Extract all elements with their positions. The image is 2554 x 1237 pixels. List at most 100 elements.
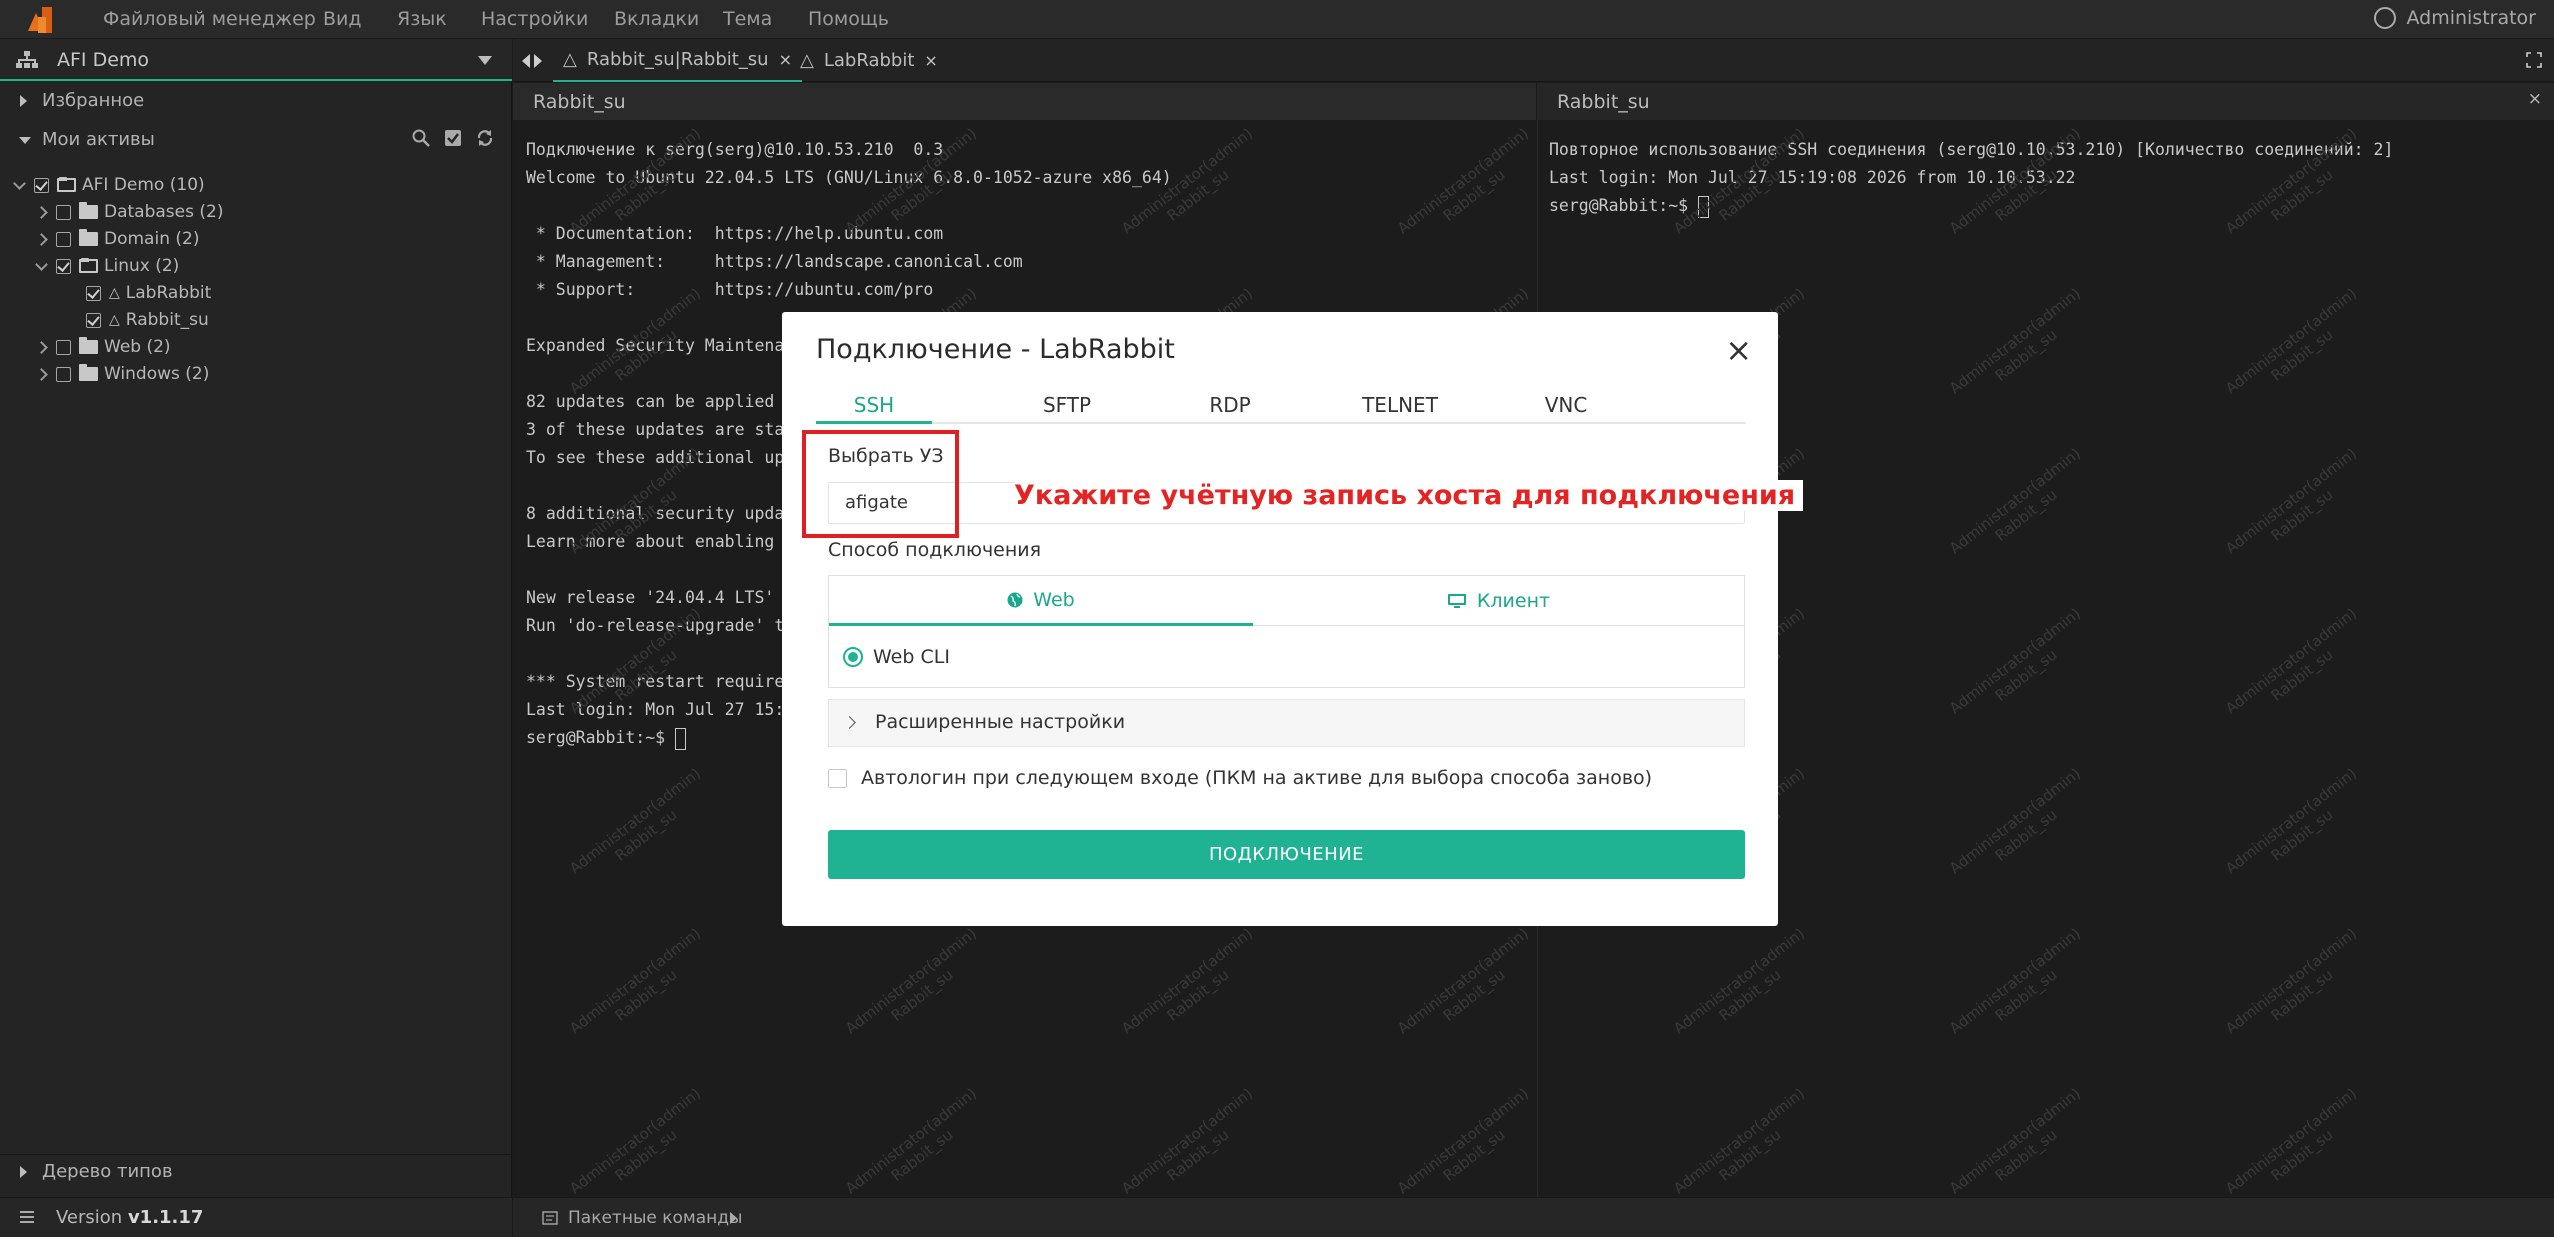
tree-item-labrabbit[interactable]: △ LabRabbit <box>86 280 211 306</box>
terminal-line: * Documentation: https://help.ubuntu.com <box>526 224 944 243</box>
chevron-right-icon[interactable] <box>730 1212 737 1224</box>
tab-ssh[interactable]: SSH <box>816 393 932 417</box>
tab-label: LabRabbit <box>823 50 915 71</box>
checkbox[interactable] <box>34 177 49 193</box>
my-assets-label: Мои активы <box>42 129 155 150</box>
type-tree-section[interactable]: Дерево типов <box>0 1154 512 1188</box>
refresh-icon[interactable] <box>476 129 494 147</box>
chevron-right-icon[interactable] <box>34 205 48 219</box>
tree-item-label: Web (2) <box>104 337 171 357</box>
tabs-divider <box>816 422 1746 424</box>
chevron-right-icon[interactable] <box>34 340 48 354</box>
connect-button[interactable]: ПОДКЛЮЧЕНИЕ <box>828 830 1745 879</box>
connection-dialog: Подключение - LabRabbit × SSH SFTP RDP T… <box>782 312 1804 926</box>
folder-open-icon <box>57 177 76 192</box>
radio-selected[interactable] <box>843 647 863 667</box>
autologin-option[interactable]: Автологин при следующем входе (ПКМ на ак… <box>828 767 1652 789</box>
app-logo-icon[interactable] <box>22 3 62 36</box>
terminal-line: * Management: https://landscape.canonica… <box>526 252 1023 271</box>
search-icon[interactable] <box>412 129 430 147</box>
chevron-right-icon <box>843 716 856 729</box>
workspace-selector[interactable]: AFI Demo <box>0 39 512 81</box>
version-number: v1.1.17 <box>127 1207 204 1228</box>
autologin-checkbox[interactable] <box>828 768 847 788</box>
terminal-line: Повторное использование SSH соединения (… <box>1549 140 2394 159</box>
tab-label: Rabbit_su|Rabbit_su <box>586 49 769 70</box>
tree-item-afi-demo[interactable]: AFI Demo (10) <box>12 172 205 198</box>
version-text: Version v1.1.17 <box>56 1207 203 1228</box>
favorites-section[interactable]: Избранное <box>0 86 512 116</box>
version-label: Version <box>56 1207 123 1228</box>
linux-icon: △ <box>109 285 120 301</box>
close-icon[interactable]: × <box>2528 89 2542 109</box>
tab-prev-icon[interactable] <box>522 54 530 68</box>
tree-item-web[interactable]: Web (2) <box>34 334 171 360</box>
advanced-settings[interactable]: Расширенные настройки <box>828 699 1745 747</box>
favorites-label: Избранное <box>42 90 145 111</box>
menu-icon[interactable] <box>20 1211 34 1223</box>
menu-view[interactable]: Вид <box>323 8 362 30</box>
tab-labrabbit[interactable]: △ LabRabbit × <box>790 39 948 82</box>
select-all-icon[interactable] <box>444 129 462 147</box>
tree-item-label: Windows (2) <box>104 364 210 384</box>
tab-rabbit-su[interactable]: △ Rabbit_su|Rabbit_su × <box>553 39 802 82</box>
hierarchy-icon <box>16 51 38 68</box>
terminal-line: Подключение к serg(serg)@10.10.53.210 0.… <box>526 140 944 159</box>
menu-language[interactable]: Язык <box>397 8 447 30</box>
menu-tabs[interactable]: Вкладки <box>614 8 699 30</box>
checkbox[interactable] <box>56 258 71 274</box>
tree-item-rabbit-su[interactable]: △ Rabbit_su <box>86 307 209 333</box>
tree-item-windows[interactable]: Windows (2) <box>34 361 209 387</box>
menu-help[interactable]: Помощь <box>808 8 889 30</box>
version-bar: Version v1.1.17 <box>0 1197 512 1237</box>
checkbox[interactable] <box>56 366 71 382</box>
web-cli-option[interactable]: Web CLI <box>843 646 950 668</box>
chevron-right-icon[interactable] <box>34 232 48 246</box>
menu-theme[interactable]: Тема <box>723 8 772 30</box>
tab-vnc[interactable]: VNC <box>1506 393 1626 417</box>
tab-telnet[interactable]: TELNET <box>1330 393 1470 417</box>
folder-open-icon <box>79 258 98 273</box>
my-assets-section[interactable]: Мои активы <box>0 125 512 155</box>
tree-item-databases[interactable]: Databases (2) <box>34 199 223 225</box>
terminal-right-output: Повторное использование SSH соединения (… <box>1549 136 2393 220</box>
monitor-icon <box>1447 593 1466 608</box>
user-menu[interactable]: Administrator <box>2374 7 2536 29</box>
close-icon[interactable]: × <box>1725 334 1752 366</box>
chevron-right-icon[interactable] <box>34 367 48 381</box>
pane-right-title: Rabbit_su <box>1557 91 1650 113</box>
globe-icon <box>1007 592 1023 607</box>
user-icon <box>2374 7 2397 29</box>
batch-commands-button[interactable]: Пакетные команды <box>568 1208 742 1228</box>
checkbox[interactable] <box>86 285 101 301</box>
chevron-down-icon[interactable] <box>34 259 48 273</box>
tree-item-domain[interactable]: Domain (2) <box>34 226 199 252</box>
folder-icon <box>79 337 98 354</box>
tree-item-label: Databases (2) <box>104 202 224 222</box>
web-cli-label: Web CLI <box>873 646 950 668</box>
checkbox[interactable] <box>56 231 71 247</box>
tab-next-icon[interactable] <box>534 54 542 68</box>
menu-settings[interactable]: Настройки <box>481 8 588 30</box>
session-tabs: △ Rabbit_su|Rabbit_su × △ LabRabbit × <box>513 39 2554 82</box>
fullscreen-icon[interactable] <box>2526 52 2542 68</box>
annotation-callout: Укажите учётную запись хоста для подключ… <box>1014 480 1804 511</box>
tab-sftp[interactable]: SFTP <box>1007 393 1127 417</box>
menu-file-manager[interactable]: Файловый менеджер <box>103 8 316 30</box>
method-client-label: Клиент <box>1476 589 1551 612</box>
close-icon[interactable]: × <box>924 51 937 70</box>
collapse-icon <box>19 137 31 144</box>
method-web-label: Web <box>1033 588 1075 611</box>
tree-item-linux[interactable]: Linux (2) <box>34 253 179 279</box>
checkbox[interactable] <box>56 339 71 355</box>
tab-rdp[interactable]: RDP <box>1170 393 1290 417</box>
checkbox[interactable] <box>86 312 101 328</box>
chevron-down-icon <box>478 56 492 65</box>
method-web-tab[interactable]: Web <box>829 576 1253 626</box>
checkbox[interactable] <box>56 204 71 220</box>
expand-icon <box>20 1166 27 1178</box>
linux-icon: △ <box>563 49 577 70</box>
chevron-down-icon[interactable] <box>12 178 26 192</box>
expand-icon <box>20 95 27 107</box>
method-client-tab[interactable]: Клиент <box>1253 576 1744 626</box>
